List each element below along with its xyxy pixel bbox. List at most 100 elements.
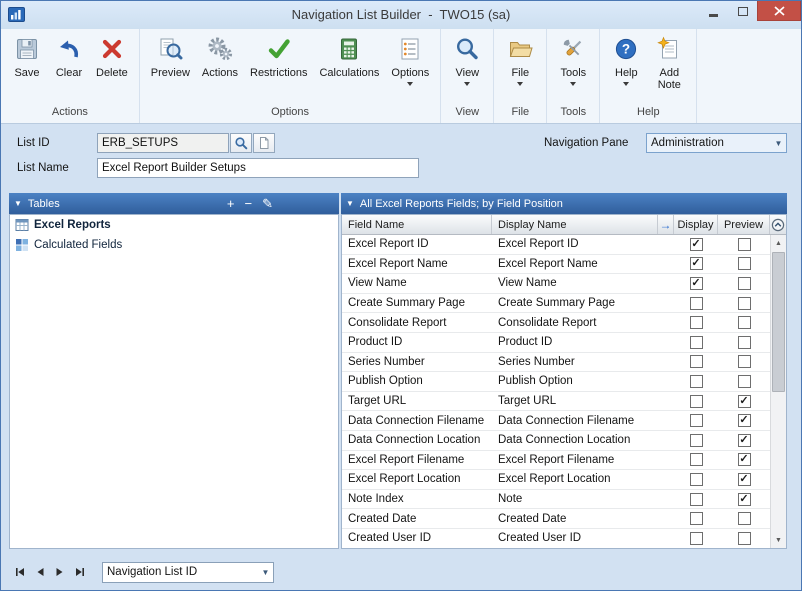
- preview-checkbox[interactable]: [737, 355, 751, 369]
- display-checkbox[interactable]: ✓: [689, 237, 703, 251]
- actions-button[interactable]: Actions: [196, 32, 244, 81]
- fields-pane-menu-icon[interactable]: ▼: [346, 199, 354, 208]
- chevron-down-icon: [570, 82, 577, 87]
- go-to-field-arrow-icon[interactable]: →: [658, 215, 674, 234]
- options-button[interactable]: Options: [385, 32, 435, 88]
- list-name-input[interactable]: [97, 158, 419, 178]
- preview-checkbox[interactable]: ✓: [737, 492, 751, 506]
- table-row[interactable]: Excel Report Name Excel Report Name ✓: [342, 255, 770, 275]
- list-id-new-page-button[interactable]: [253, 133, 275, 153]
- preview-checkbox[interactable]: [737, 276, 751, 290]
- preview-checkbox[interactable]: ✓: [737, 472, 751, 486]
- actions-button-label: Actions: [201, 67, 238, 79]
- column-header-preview[interactable]: Preview: [718, 215, 770, 234]
- preview-checkbox[interactable]: ✓: [737, 414, 751, 428]
- navigation-list-id-select[interactable]: Navigation List ID ▼: [102, 561, 274, 583]
- display-checkbox[interactable]: [689, 355, 703, 369]
- previous-record-button[interactable]: [31, 563, 48, 581]
- table-row[interactable]: View Name View Name ✓: [342, 274, 770, 294]
- preview-checkbox[interactable]: [737, 316, 751, 330]
- display-checkbox[interactable]: [689, 374, 703, 388]
- preview-checkbox[interactable]: ✓: [737, 433, 751, 447]
- table-row[interactable]: Note Index Note ✓: [342, 490, 770, 510]
- preview-checkbox[interactable]: [737, 335, 751, 349]
- remove-table-button[interactable]: −: [245, 197, 253, 210]
- column-header-display[interactable]: Display: [674, 215, 718, 234]
- table-row[interactable]: Created Date Created Date: [342, 509, 770, 529]
- table-row[interactable]: Product ID Product ID: [342, 333, 770, 353]
- display-name-cell: Publish Option: [498, 375, 573, 388]
- next-record-button[interactable]: [51, 563, 68, 581]
- table-row[interactable]: Excel Report Location Excel Report Locat…: [342, 470, 770, 490]
- display-checkbox[interactable]: [689, 335, 703, 349]
- vertical-scrollbar[interactable]: ▲ ▼: [770, 235, 786, 548]
- table-row[interactable]: Created User ID Created User ID: [342, 529, 770, 548]
- display-checkbox[interactable]: [689, 453, 703, 467]
- scroll-up-button[interactable]: ▲: [771, 235, 786, 251]
- navigation-list-id-value: Navigation List ID: [103, 566, 258, 578]
- preview-checkbox[interactable]: [737, 257, 751, 271]
- tables-list-item-calculated-fields[interactable]: Calculated Fields: [10, 235, 338, 255]
- expand-rows-button[interactable]: [770, 215, 786, 234]
- delete-button[interactable]: Delete: [90, 32, 134, 81]
- tables-pane-menu-icon[interactable]: ▼: [14, 199, 22, 208]
- table-row[interactable]: Consolidate Report Consolidate Report: [342, 313, 770, 333]
- fields-table-body: Excel Report ID Excel Report ID ✓ Excel …: [342, 235, 770, 548]
- add-note-button[interactable]: Add Note: [647, 32, 691, 93]
- display-checkbox[interactable]: [689, 531, 703, 545]
- help-button[interactable]: ? Help: [605, 32, 647, 88]
- display-checkbox[interactable]: [689, 296, 703, 310]
- preview-checkbox[interactable]: [737, 296, 751, 310]
- column-header-display-name[interactable]: Display Name: [492, 215, 658, 234]
- preview-checkbox[interactable]: ✓: [737, 453, 751, 467]
- display-checkbox[interactable]: [689, 316, 703, 330]
- display-name-cell: Note: [498, 493, 523, 506]
- display-checkbox[interactable]: [689, 512, 703, 526]
- preview-checkbox[interactable]: [737, 531, 751, 545]
- display-checkbox[interactable]: ✓: [689, 276, 703, 290]
- file-button[interactable]: File: [499, 32, 541, 88]
- titlebar[interactable]: Navigation List Builder - TWO15 (sa): [1, 1, 801, 29]
- preview-button[interactable]: Preview: [145, 32, 196, 81]
- restrictions-button[interactable]: Restrictions: [244, 32, 313, 81]
- table-row[interactable]: Data Connection Location Data Connection…: [342, 431, 770, 451]
- save-button[interactable]: Save: [6, 32, 48, 81]
- table-row[interactable]: Create Summary Page Create Summary Page: [342, 294, 770, 314]
- tables-panel-title: Tables: [27, 197, 60, 210]
- list-id-lookup-button[interactable]: [230, 133, 252, 153]
- table-row[interactable]: Excel Report Filename Excel Report Filen…: [342, 451, 770, 471]
- edit-table-button[interactable]: ✎: [262, 197, 273, 210]
- last-record-button[interactable]: [71, 563, 88, 581]
- view-button[interactable]: View: [446, 32, 488, 88]
- preview-checkbox[interactable]: ✓: [737, 394, 751, 408]
- table-row[interactable]: Excel Report ID Excel Report ID ✓: [342, 235, 770, 255]
- field-name-cell: Excel Report Location: [348, 473, 461, 486]
- clear-button[interactable]: Clear: [48, 32, 90, 81]
- display-checkbox[interactable]: [689, 433, 703, 447]
- scroll-down-button[interactable]: ▼: [771, 532, 786, 548]
- column-header-field-name[interactable]: Field Name: [342, 215, 492, 234]
- display-checkbox[interactable]: [689, 394, 703, 408]
- table-row[interactable]: Target URL Target URL ✓: [342, 392, 770, 412]
- first-record-button[interactable]: [11, 563, 28, 581]
- display-checkbox[interactable]: [689, 414, 703, 428]
- preview-checkbox[interactable]: [737, 237, 751, 251]
- add-table-button[interactable]: +: [227, 197, 235, 210]
- table-row[interactable]: Series Number Series Number: [342, 353, 770, 373]
- maximize-button[interactable]: [728, 1, 757, 21]
- close-button[interactable]: [757, 1, 801, 21]
- navigation-pane-select[interactable]: Administration ▼: [646, 133, 787, 153]
- minimize-button[interactable]: [699, 1, 728, 21]
- preview-checkbox[interactable]: [737, 512, 751, 526]
- calculations-button[interactable]: Calculations: [313, 32, 385, 81]
- display-checkbox[interactable]: [689, 492, 703, 506]
- table-row[interactable]: Publish Option Publish Option: [342, 372, 770, 392]
- list-id-input[interactable]: [97, 133, 229, 153]
- preview-checkbox[interactable]: [737, 374, 751, 388]
- display-checkbox[interactable]: [689, 472, 703, 486]
- display-checkbox[interactable]: ✓: [689, 257, 703, 271]
- tools-button[interactable]: Tools: [552, 32, 594, 88]
- tables-list-item-excel-reports[interactable]: Excel Reports: [10, 215, 338, 235]
- table-row[interactable]: Data Connection Filename Data Connection…: [342, 411, 770, 431]
- scrollbar-thumb[interactable]: [772, 252, 785, 392]
